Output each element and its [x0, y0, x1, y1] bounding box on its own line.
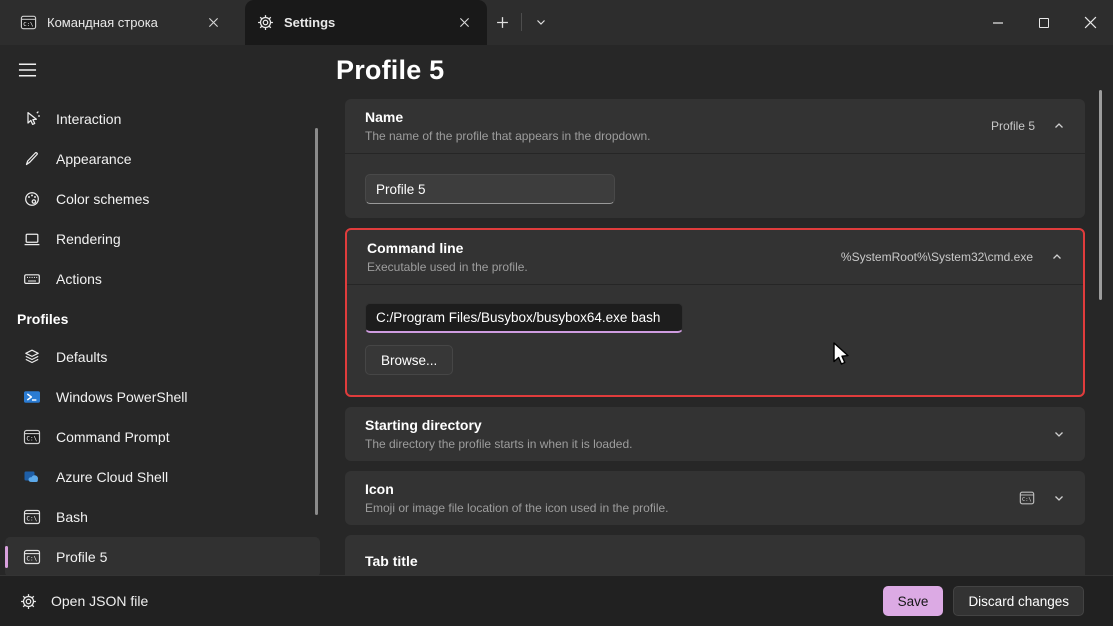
minimize-button[interactable] [975, 0, 1021, 45]
sidebar-item-azure-cloud-shell[interactable]: Azure Cloud Shell [5, 457, 320, 497]
chevron-up-icon [1053, 120, 1065, 132]
chevron-down-icon [1053, 492, 1065, 504]
sidebar-item-label: Interaction [56, 111, 121, 127]
footer-bar: Open JSON file Save Discard changes [0, 575, 1113, 626]
expander-header-command-line[interactable]: Command line Executable used in the prof… [347, 230, 1083, 284]
setting-title: Tab title [365, 553, 1065, 569]
setting-card-icon: Icon Emoji or image file location of the… [345, 471, 1085, 525]
cmd-window-icon: C:\ [20, 14, 37, 31]
setting-description: The directory the profile starts in when… [365, 437, 1053, 451]
profile-name-input[interactable] [365, 174, 615, 204]
open-json-file-button[interactable]: Open JSON file [20, 593, 148, 610]
expander-header-starting-directory[interactable]: Starting directory The directory the pro… [345, 407, 1085, 461]
setting-card-starting-directory: Starting directory The directory the pro… [345, 407, 1085, 461]
sidebar-item-label: Appearance [56, 151, 132, 167]
cmd-window-icon: C:\ [22, 428, 41, 447]
sidebar-item-label: Actions [56, 271, 102, 287]
hamburger-menu-icon[interactable] [10, 55, 44, 85]
new-tab-button[interactable] [487, 7, 517, 37]
profile-icon-preview: C:\ [1019, 490, 1035, 506]
sidebar-item-label: Profile 5 [56, 549, 107, 565]
tab-title: Командная строка [47, 15, 190, 30]
save-button[interactable]: Save [883, 586, 944, 616]
powershell-icon [22, 388, 41, 407]
sidebar-item-rendering[interactable]: Rendering [5, 219, 320, 259]
terminal-window-icon: C:\ [22, 548, 41, 567]
close-tab-icon[interactable] [200, 10, 226, 36]
browse-button[interactable]: Browse... [365, 345, 453, 375]
setting-title: Name [365, 109, 991, 125]
sidebar-item-actions[interactable]: Actions [5, 259, 320, 299]
sidebar-item-label: Bash [56, 509, 88, 525]
sidebar-item-profile-5[interactable]: C:\ Profile 5 [5, 537, 320, 577]
tab-settings[interactable]: Settings [245, 0, 487, 45]
setting-current-value: %SystemRoot%\System32\cmd.exe [841, 250, 1033, 264]
settings-sidebar: Interaction Appearance Color schemes Ren… [0, 45, 330, 575]
sidebar-item-label: Defaults [56, 349, 107, 365]
profiles-section-header: Profiles [0, 299, 330, 337]
layers-icon [22, 348, 41, 367]
setting-title: Starting directory [365, 417, 1053, 433]
azure-cloud-icon [22, 468, 41, 487]
maximize-button[interactable] [1021, 0, 1067, 45]
chevron-up-icon [1051, 251, 1063, 263]
chevron-down-icon [1053, 428, 1065, 440]
windows-terminal-settings-window: C:\ Командная строка Settings [0, 0, 1113, 626]
sidebar-item-bash[interactable]: C:\ Bash [5, 497, 320, 537]
setting-description: Executable used in the profile. [367, 260, 841, 274]
svg-text:C:\: C:\ [26, 516, 37, 523]
svg-text:C:\: C:\ [1022, 497, 1032, 503]
sidebar-item-defaults[interactable]: Defaults [5, 337, 320, 377]
setting-card-name: Name The name of the profile that appear… [345, 99, 1085, 218]
content-scrollbar[interactable] [1099, 90, 1102, 300]
expander-header-icon[interactable]: Icon Emoji or image file location of the… [345, 471, 1085, 525]
sidebar-item-interaction[interactable]: Interaction [5, 99, 320, 139]
tab-command-prompt[interactable]: C:\ Командная строка [8, 0, 236, 45]
window-controls [975, 0, 1113, 45]
setting-card-command-line: Command line Executable used in the prof… [345, 228, 1085, 397]
command-line-input[interactable] [365, 303, 683, 333]
monitor-icon [22, 230, 41, 249]
tab-dropdown-button[interactable] [526, 7, 556, 37]
sidebar-item-label: Color schemes [56, 191, 149, 207]
close-tab-icon[interactable] [451, 10, 477, 36]
sidebar-item-label: Azure Cloud Shell [56, 469, 168, 485]
sidebar-item-command-prompt[interactable]: C:\ Command Prompt [5, 417, 320, 457]
setting-current-value: Profile 5 [991, 119, 1035, 133]
expander-header-name[interactable]: Name The name of the profile that appear… [345, 99, 1085, 153]
gear-icon [257, 14, 274, 31]
setting-title: Command line [367, 240, 841, 256]
palette-icon [22, 190, 41, 209]
sidebar-scrollbar[interactable] [315, 128, 318, 515]
sidebar-item-label: Windows PowerShell [56, 389, 188, 405]
open-json-file-label: Open JSON file [51, 593, 148, 609]
sidebar-item-appearance[interactable]: Appearance [5, 139, 320, 179]
pen-icon [22, 150, 41, 169]
tab-title: Settings [284, 15, 441, 30]
selection-accent-bar [5, 546, 8, 568]
setting-title: Icon [365, 481, 1019, 497]
setting-description: Emoji or image file location of the icon… [365, 501, 1019, 515]
titlebar: C:\ Командная строка Settings [0, 0, 1113, 45]
sidebar-item-color-schemes[interactable]: Color schemes [5, 179, 320, 219]
tabbar-divider [521, 13, 522, 31]
gear-icon [20, 593, 37, 610]
svg-text:C:\: C:\ [26, 556, 37, 563]
setting-card-tab-title: Tab title [345, 535, 1085, 575]
terminal-window-icon: C:\ [22, 508, 41, 527]
close-window-button[interactable] [1067, 0, 1113, 45]
svg-text:C:\: C:\ [26, 436, 37, 443]
expander-header-tab-title[interactable]: Tab title [345, 535, 1085, 575]
discard-changes-button[interactable]: Discard changes [953, 586, 1084, 616]
page-title: Profile 5 [336, 53, 1113, 87]
pointer-icon [22, 110, 41, 129]
sidebar-item-label: Rendering [56, 231, 121, 247]
sidebar-item-windows-powershell[interactable]: Windows PowerShell [5, 377, 320, 417]
setting-description: The name of the profile that appears in … [365, 129, 991, 143]
settings-content: Profile 5 Name The name of the profile t… [330, 45, 1113, 575]
svg-text:C:\: C:\ [23, 22, 33, 28]
sidebar-item-label: Command Prompt [56, 429, 170, 445]
keyboard-icon [22, 270, 41, 289]
